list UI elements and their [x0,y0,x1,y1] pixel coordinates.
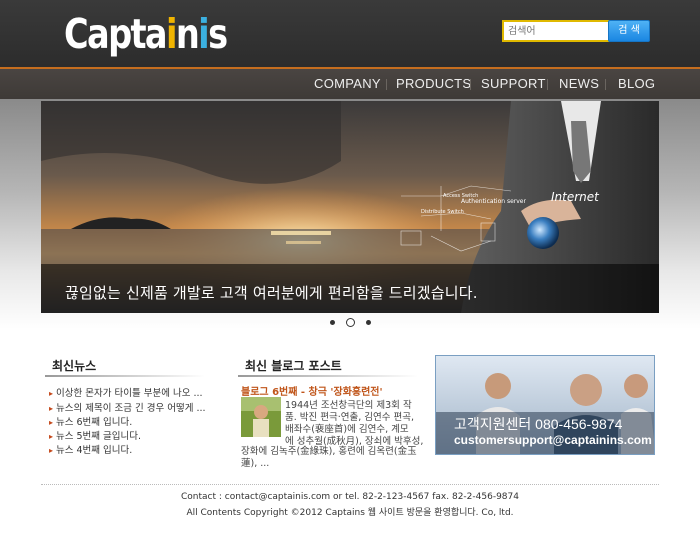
news-list-item[interactable]: ▸ 뉴스 4번째 입니다. [49,442,132,456]
nav-separator [547,79,548,90]
search-button[interactable]: 검 색 [608,20,650,42]
bullet-arrow-icon: ▸ [49,446,54,455]
footer-divider [41,484,659,485]
hero-label-distribute: Distribute Switch [421,209,464,215]
news-list-item[interactable]: ▸ 뉴스의 제목이 조금 긴 경우 어떻게 ... [49,400,206,414]
bullet-arrow-icon: ▸ [49,389,54,398]
blog-post-title[interactable]: 블로그 6번째 - 창극 '장화홍련전' [241,383,383,398]
nav-item-products[interactable]: PRODUCTS [396,76,471,91]
news-list-item[interactable]: ▸ 뉴스 5번째 글입니다. [49,428,141,442]
support-email[interactable]: customersupport@captainins.com [454,433,652,447]
blog-title-underline [238,375,418,377]
footer-contact: Contact : contact@captainis.com or tel. … [181,492,519,502]
blog-section-title: 최신 블로그 포스트 [245,359,342,373]
nav-item-company[interactable]: COMPANY [314,76,381,91]
news-title-underline [45,375,205,377]
support-phone: 고객지원센터 080-456-9874 [454,416,623,432]
search-input[interactable] [502,20,612,42]
news-list-item[interactable]: ▸ 이상한 몬자가 타이틀 부분에 나오 ... [49,385,203,399]
footer-copyright: All Contents Copyright ©2012 Captains 웹 … [186,508,514,518]
bullet-arrow-icon: ▸ [49,404,54,413]
news-section-title: 최신뉴스 [52,359,97,373]
slide-dot-active[interactable] [346,318,355,327]
site-header: Captainis 검 색 [0,0,700,69]
nav-separator [386,79,387,90]
main-nav: COMPANY PRODUCTS SUPPORT NEWS BLOG [0,69,700,99]
news-list-item[interactable]: ▸ 뉴스 6번째 입니다. [49,414,132,428]
hero-label-auth: Authentication server [461,198,526,205]
logo[interactable]: Captainis [64,8,228,60]
slide-dot[interactable] [366,320,371,325]
customer-support-banner[interactable]: 고객지원센터 080-456-9874 customersupport@capt… [435,355,655,455]
bullet-arrow-icon: ▸ [49,432,54,441]
nav-item-blog[interactable]: BLOG [618,76,655,91]
nav-separator [470,79,471,90]
slide-dot[interactable] [330,320,335,325]
nav-item-support[interactable]: SUPPORT [481,76,546,91]
bullet-arrow-icon: ▸ [49,418,54,427]
blog-excerpt-line: 蓮), ... [241,458,270,469]
hero-caption: 끊임없는 신제품 개발로 고객 여러분에게 편리함을 드리겠습니다. [65,284,478,302]
nav-separator [605,79,606,90]
blog-thumbnail[interactable] [241,397,281,437]
nav-item-news[interactable]: NEWS [559,76,599,91]
hero-label-internet: Internet [551,190,600,204]
